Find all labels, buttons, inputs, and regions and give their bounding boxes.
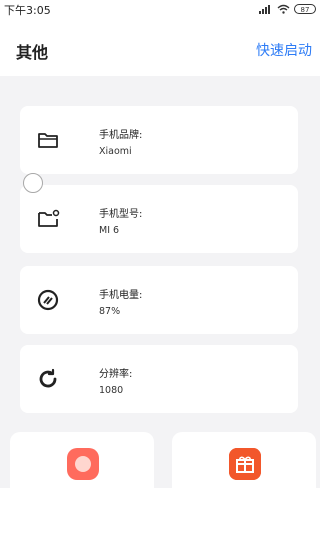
card-brand[interactable]: 手机品牌: Xiaomi: [20, 106, 298, 174]
card-label: 手机型号:: [99, 209, 143, 220]
folder-badge-icon: [38, 209, 60, 227]
battery-gauge-icon: [37, 289, 59, 311]
status-time: 下午3:05: [4, 4, 51, 17]
page-title: 其他: [16, 43, 49, 62]
card-model[interactable]: 手机型号: MI 6: [20, 185, 298, 253]
card-value: MI 6: [99, 225, 120, 236]
status-icons: 87: [259, 2, 316, 16]
slider-handle[interactable]: [23, 173, 43, 193]
quick-start-button[interactable]: 快速启动: [256, 40, 312, 60]
card-label: 分辨率:: [99, 369, 133, 380]
card-value: 87%: [99, 306, 121, 317]
card-battery[interactable]: 手机电量: 87%: [20, 266, 298, 334]
battery-indicator: 87: [294, 4, 316, 14]
wifi-icon: [277, 4, 290, 14]
folder-icon: [38, 133, 58, 148]
status-bar: 下午3:05 87: [0, 0, 320, 18]
circle-app-icon: [67, 448, 99, 480]
gift-icon: [229, 448, 261, 480]
tile-gift[interactable]: [172, 432, 316, 533]
header: 其他 快速启动: [0, 18, 320, 76]
card-resolution[interactable]: 分辨率: 1080: [20, 345, 298, 413]
card-value: 1080: [99, 385, 124, 396]
refresh-icon: [39, 368, 57, 388]
tile-circle-app[interactable]: [10, 432, 154, 533]
card-label: 手机品牌:: [99, 130, 143, 141]
signal-icon: [259, 5, 270, 14]
card-value: Xiaomi: [99, 146, 132, 157]
card-label: 手机电量:: [99, 290, 143, 301]
